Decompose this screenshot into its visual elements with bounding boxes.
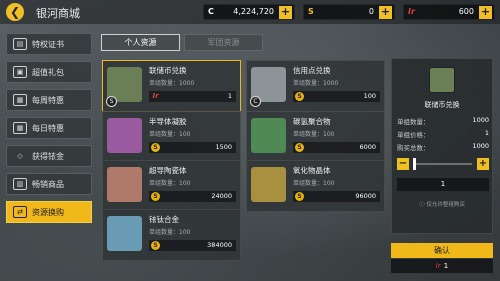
item-price: S 96000 bbox=[293, 191, 380, 202]
s-coin-icon: S bbox=[151, 241, 160, 250]
item-thumbnail bbox=[251, 118, 286, 153]
add-iridium-button[interactable]: + bbox=[479, 6, 492, 19]
item-card[interactable]: 铱钛合金 单组数量：100 S 384000 bbox=[102, 209, 241, 261]
item-qty: 单组数量：100 bbox=[149, 229, 191, 236]
credits-badge-icon: C bbox=[250, 96, 261, 107]
panel-row-total: 购买总数： 1000 bbox=[397, 142, 489, 152]
credits-value: 4,224,720 bbox=[233, 7, 274, 16]
item-qty: 单组数量：100 bbox=[149, 180, 191, 187]
item-name: 氧化物晶体 bbox=[293, 166, 331, 175]
selected-item-thumbnail bbox=[429, 67, 455, 93]
calendar-icon: ▦ bbox=[13, 122, 27, 134]
sidebar: ▤ 特权证书 ▣ 超值礼包 ▦ 每周特惠 ▦ 每日特惠 ◇ 获得铱金 ▥ 畅销商品 ⇄ 资源换… bbox=[6, 33, 92, 229]
item-thumbnail bbox=[251, 167, 286, 202]
back-arrow-icon[interactable]: ❮ bbox=[6, 3, 24, 21]
item-name: 半导体凝胶 bbox=[149, 117, 187, 126]
bag-icon: ▥ bbox=[13, 178, 27, 190]
item-price: S 6000 bbox=[293, 142, 380, 153]
item-thumbnail bbox=[107, 118, 142, 153]
item-thumbnail bbox=[107, 216, 142, 251]
item-price: S 100 bbox=[293, 91, 380, 102]
item-qty: 单组数量：100 bbox=[149, 131, 191, 138]
item-card[interactable]: C 信用点兑换 单组数量：1000 S 100 bbox=[246, 60, 385, 112]
item-card[interactable]: 氧化物晶体 单组数量：100 S 96000 bbox=[246, 160, 385, 212]
item-thumbnail bbox=[107, 167, 142, 202]
decrease-quantity-button[interactable]: − bbox=[397, 158, 409, 170]
quantity-slider-handle[interactable] bbox=[413, 158, 416, 170]
exchange-icon: ⇄ bbox=[13, 206, 27, 218]
panel-row-qty: 单组数量： 1000 bbox=[397, 116, 489, 126]
top-bar: ❮ 银河商城 C 4,224,720 + S 0 + Ir 600 + bbox=[0, 0, 500, 24]
s-coin-icon: S bbox=[151, 192, 160, 201]
currency-credits: C 4,224,720 + bbox=[203, 4, 295, 20]
sidebar-item-daily[interactable]: ▦ 每日特惠 bbox=[6, 117, 92, 139]
item-price: S 384000 bbox=[149, 240, 236, 251]
iridium-value: 600 bbox=[458, 7, 474, 16]
item-card[interactable]: 半导体凝胶 单组数量：100 S 1500 bbox=[102, 111, 241, 163]
purchase-note: ⓘ 仅允许整组购买 bbox=[419, 202, 465, 208]
s-coin-badge-icon: S bbox=[106, 96, 117, 107]
item-price: S 1500 bbox=[149, 142, 236, 153]
s-coin-icon: S bbox=[151, 143, 160, 152]
s-coin-value: 0 bbox=[368, 7, 374, 16]
item-qty: 单组数量：100 bbox=[293, 180, 335, 187]
certificate-icon: ▤ bbox=[13, 38, 27, 50]
increase-quantity-button[interactable]: + bbox=[477, 158, 489, 170]
item-name: 超导陶瓷体 bbox=[149, 166, 187, 175]
s-coin-icon: S bbox=[308, 7, 314, 16]
confirm-button[interactable]: 确认 bbox=[391, 243, 493, 258]
s-coin-icon: S bbox=[295, 92, 304, 101]
iridium-icon: Ir bbox=[435, 262, 441, 270]
item-qty: 单组数量：1000 bbox=[293, 80, 339, 87]
sidebar-item-weekly[interactable]: ▦ 每周特惠 bbox=[6, 89, 92, 111]
add-credits-button[interactable]: + bbox=[279, 6, 292, 19]
sidebar-item-gift-pack[interactable]: ▣ 超值礼包 bbox=[6, 61, 92, 83]
item-qty: 单组数量：100 bbox=[293, 131, 335, 138]
iridium-icon: Ir bbox=[152, 92, 159, 100]
sidebar-item-resource-exchange[interactable]: ⇄ 资源换购 bbox=[6, 201, 92, 223]
sidebar-item-get-iridium[interactable]: ◇ 获得铱金 bbox=[6, 145, 92, 167]
item-name: 信用点兑换 bbox=[293, 66, 331, 75]
tab-personal-resources[interactable]: 个人资源 bbox=[101, 34, 180, 51]
calendar-icon: ▦ bbox=[13, 94, 27, 106]
total-cost: Ir 1 bbox=[391, 259, 493, 273]
page-title: 银河商城 bbox=[36, 7, 80, 20]
sidebar-item-bestsellers[interactable]: ▥ 畅销商品 bbox=[6, 173, 92, 195]
s-coin-icon: S bbox=[295, 143, 304, 152]
currency-ir: Ir 600 + bbox=[403, 4, 495, 20]
item-price: Ir 1 bbox=[149, 91, 236, 102]
item-price: S 24000 bbox=[149, 191, 236, 202]
item-qty: 单组数量：1000 bbox=[149, 80, 195, 87]
item-card[interactable]: 碳氢聚合物 单组数量：100 S 6000 bbox=[246, 111, 385, 163]
item-name: 铱钛合金 bbox=[149, 215, 179, 224]
item-name: 联储币兑换 bbox=[149, 66, 187, 75]
item-card[interactable]: S 联储币兑换 单组数量：1000 Ir 1 bbox=[102, 60, 241, 112]
currency-s: S 0 + bbox=[303, 4, 395, 20]
gift-icon: ▣ bbox=[13, 66, 27, 78]
diamond-icon: ◇ bbox=[17, 152, 23, 160]
item-name: 碳氢聚合物 bbox=[293, 117, 331, 126]
purchase-panel: 联储币兑换 单组数量： 1000 单组价格： 1 购买总数： 1000 − + 1 ⓘ… bbox=[391, 58, 493, 234]
add-s-coin-button[interactable]: + bbox=[379, 6, 392, 19]
item-card[interactable]: 超导陶瓷体 单组数量：100 S 24000 bbox=[102, 160, 241, 212]
s-coin-icon: S bbox=[295, 192, 304, 201]
tab-legion-resources[interactable]: 军团资源 bbox=[184, 34, 263, 51]
credits-icon: C bbox=[208, 7, 214, 16]
quantity-slider[interactable] bbox=[414, 163, 472, 165]
selected-item-name: 联储币兑换 bbox=[424, 101, 460, 109]
sidebar-item-privilege[interactable]: ▤ 特权证书 bbox=[6, 33, 92, 55]
panel-row-price: 单组价格： 1 bbox=[397, 129, 489, 139]
quantity-input[interactable]: 1 bbox=[397, 178, 489, 191]
iridium-icon: Ir bbox=[408, 7, 415, 16]
